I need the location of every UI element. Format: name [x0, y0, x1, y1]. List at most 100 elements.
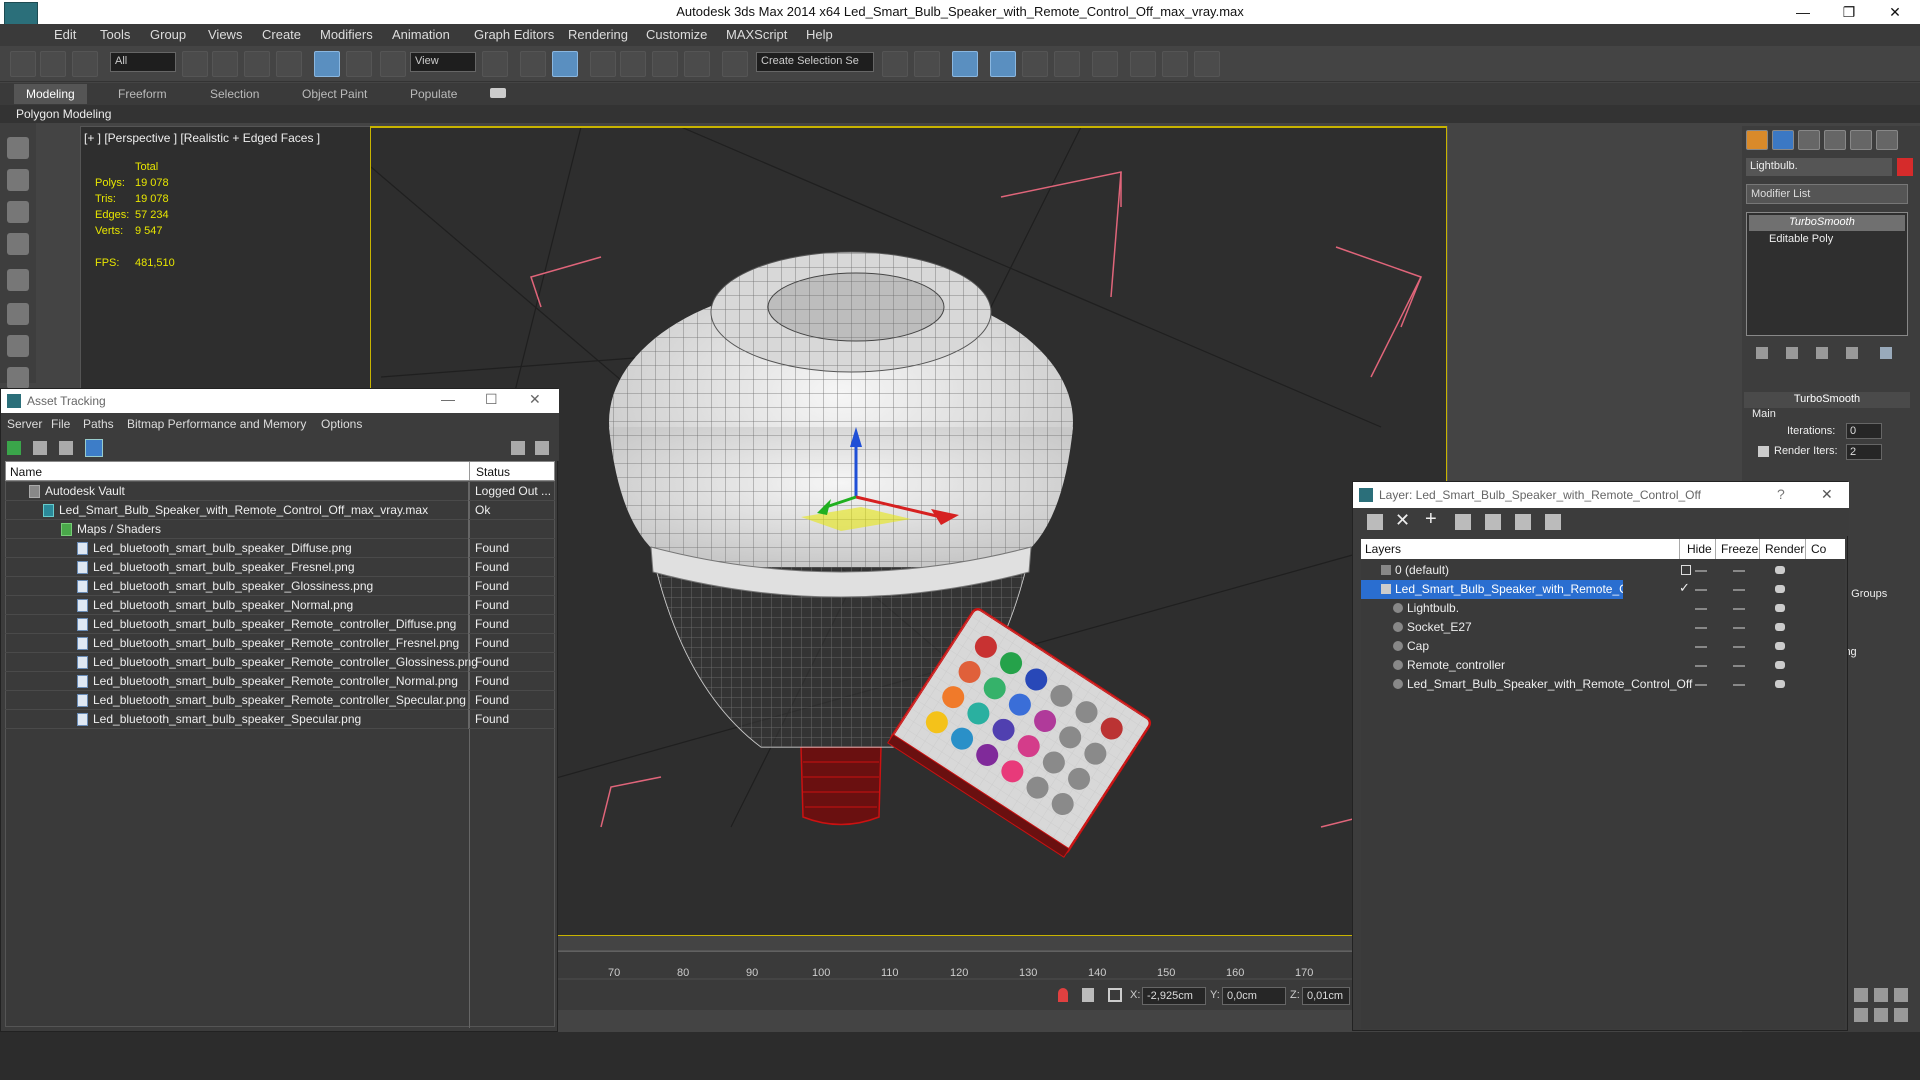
unlink-icon[interactable] — [40, 51, 66, 77]
render-icon[interactable] — [1775, 680, 1785, 688]
menu-views[interactable]: Views — [208, 27, 242, 42]
object-name-field[interactable]: Lightbulb. — [1746, 158, 1892, 176]
layer-row[interactable]: Cap — [1361, 637, 1845, 656]
keyboard-shortcut-override-icon[interactable] — [552, 51, 578, 77]
menu-edit[interactable]: Edit — [54, 27, 76, 42]
selection-filter-dropdown[interactable]: All — [110, 52, 176, 72]
layer-help-button[interactable]: ? — [1777, 486, 1785, 502]
table-row[interactable]: Led_bluetooth_smart_bulb_speaker_Remote_… — [5, 634, 555, 653]
render-icon[interactable] — [1775, 623, 1785, 631]
new-layer-icon[interactable] — [1367, 514, 1383, 530]
light-icon[interactable] — [7, 269, 29, 291]
absolute-mode-icon[interactable] — [1108, 988, 1122, 1002]
select-object-icon[interactable] — [182, 51, 208, 77]
orbit-icon[interactable] — [7, 137, 29, 159]
asset-menu-server[interactable]: Server — [7, 417, 42, 431]
help-context-icon[interactable] — [535, 441, 549, 455]
active-layer-checkbox[interactable] — [1681, 565, 1691, 575]
column-freeze[interactable]: Freeze — [1721, 542, 1758, 556]
lock-icon[interactable] — [1082, 988, 1094, 1002]
column-color[interactable]: Co — [1811, 542, 1826, 556]
schematic-view-icon[interactable] — [1054, 51, 1080, 77]
link-icon[interactable] — [10, 51, 36, 77]
orbit-view-icon[interactable] — [1874, 1008, 1888, 1022]
zoom-extents-icon[interactable] — [1894, 988, 1908, 1002]
align-icon[interactable] — [914, 51, 940, 77]
table-row[interactable]: Led_bluetooth_smart_bulb_speaker_Remote_… — [5, 615, 555, 634]
rendered-frame-window-icon[interactable] — [1162, 51, 1188, 77]
menu-group[interactable]: Group — [150, 27, 186, 42]
mirror-icon[interactable] — [882, 51, 908, 77]
layer-manager-icon[interactable] — [952, 51, 978, 77]
render-icon[interactable] — [1775, 585, 1785, 593]
layer-close-button[interactable]: ✕ — [1821, 486, 1833, 503]
add-to-layer-icon[interactable]: + — [1425, 508, 1437, 531]
menu-graph-editors[interactable]: Graph Editors — [474, 27, 554, 42]
table-row[interactable]: Led_bluetooth_smart_bulb_speaker_Remote_… — [5, 653, 555, 672]
asset-maximize-button[interactable]: ☐ — [485, 391, 498, 408]
percent-snap-icon[interactable] — [652, 51, 678, 77]
pin-icon[interactable] — [1058, 988, 1068, 1002]
delete-layer-icon[interactable]: ✕ — [1395, 510, 1410, 531]
select-scale-icon[interactable] — [380, 51, 406, 77]
ribbon-panel-label[interactable]: Polygon Modeling — [16, 107, 111, 121]
zoom-icon[interactable] — [1854, 988, 1868, 1002]
angle-snap-icon[interactable] — [620, 51, 646, 77]
freeze-all-icon[interactable] — [1545, 514, 1561, 530]
object-color-swatch[interactable] — [1897, 158, 1913, 176]
render-setup-icon[interactable] — [1130, 51, 1156, 77]
pan-icon[interactable] — [1854, 1008, 1868, 1022]
select-rotate-icon[interactable] — [346, 51, 372, 77]
render-icon[interactable] — [1775, 642, 1785, 650]
layer-row[interactable]: 0 (default) — [1361, 561, 1845, 580]
menu-create[interactable]: Create — [262, 27, 301, 42]
minimize-button[interactable]: — — [1780, 0, 1826, 24]
asset-menu-bitmap-performance[interactable]: Bitmap Performance and Memory — [127, 417, 306, 431]
pivot-center-icon[interactable] — [482, 51, 508, 77]
thumbnail-view-icon[interactable] — [59, 441, 73, 455]
list-icon[interactable] — [7, 201, 29, 223]
zoom-all-icon[interactable] — [1874, 988, 1888, 1002]
stack-item-turbosmooth[interactable]: TurboSmooth — [1749, 215, 1905, 231]
asset-menu-options[interactable]: Options — [321, 417, 362, 431]
audio-icon[interactable] — [7, 335, 29, 357]
table-row[interactable]: Led_bluetooth_smart_bulb_speaker_Remote_… — [5, 691, 555, 710]
make-unique-icon[interactable] — [1816, 347, 1828, 359]
tab-freeform[interactable]: Freeform — [118, 87, 167, 101]
column-name[interactable]: Name — [10, 465, 42, 479]
camera-icon[interactable] — [7, 367, 29, 389]
timeline-ruler[interactable]: 70 80 90 100 110 120 130 140 150 160 170 — [558, 950, 1352, 979]
y-coordinate-field[interactable]: 0,0cm — [1222, 987, 1286, 1005]
display-tab-icon[interactable] — [1850, 130, 1872, 150]
layer-row[interactable]: Led_Smart_Bulb_Speaker_with_Remote_Contr… — [1361, 580, 1845, 599]
column-status[interactable]: Status — [476, 465, 510, 479]
render-iters-spinner[interactable]: 2 — [1846, 444, 1882, 460]
render-icon[interactable] — [1775, 566, 1785, 574]
layer-row[interactable]: Remote_controller — [1361, 656, 1845, 675]
table-row[interactable]: Led_bluetooth_smart_bulb_speaker_Diffuse… — [5, 539, 555, 558]
column-layers[interactable]: Layers — [1365, 542, 1401, 556]
table-row[interactable]: Led_Smart_Bulb_Speaker_with_Remote_Contr… — [5, 501, 555, 520]
create-tab-icon[interactable] — [1746, 130, 1768, 150]
asset-menu-paths[interactable]: Paths — [83, 417, 114, 431]
table-row[interactable]: Led_bluetooth_smart_bulb_speaker_Specula… — [5, 710, 555, 729]
viewport-icon[interactable] — [7, 169, 29, 191]
pin-stack-icon[interactable] — [1756, 347, 1768, 359]
tab-selection[interactable]: Selection — [210, 87, 259, 101]
render-icon[interactable] — [1775, 661, 1785, 669]
tab-modeling[interactable]: Modeling — [14, 84, 87, 104]
iterations-spinner[interactable]: 0 — [1846, 423, 1882, 439]
render-icon[interactable] — [1775, 604, 1785, 612]
remove-modifier-icon[interactable] — [1846, 347, 1858, 359]
close-button[interactable]: ✕ — [1872, 0, 1918, 24]
spinner-snap-icon[interactable] — [684, 51, 710, 77]
grid-icon[interactable] — [7, 233, 29, 255]
menu-animation[interactable]: Animation — [392, 27, 450, 42]
modifier-list-dropdown[interactable]: Modifier List — [1746, 184, 1908, 204]
render-production-icon[interactable] — [1194, 51, 1220, 77]
table-row[interactable]: Led_bluetooth_smart_bulb_speaker_Fresnel… — [5, 558, 555, 577]
highlight-layer-icon[interactable] — [1485, 514, 1501, 530]
select-move-icon[interactable] — [314, 51, 340, 77]
select-manipulate-icon[interactable] — [520, 51, 546, 77]
viewport-label[interactable]: [+ ] [Perspective ] [Realistic + Edged F… — [84, 131, 320, 145]
